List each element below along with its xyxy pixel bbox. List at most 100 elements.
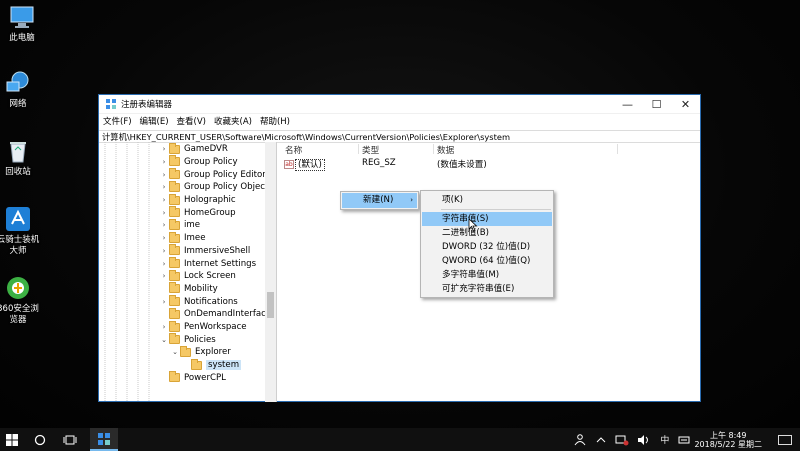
desktop-icon-installer[interactable]: 云骑士装机大师 [0, 206, 40, 257]
expander-chevron-icon[interactable]: › [159, 209, 169, 217]
submenu-item-multi-string-value[interactable]: 多字符串值(M) [422, 268, 552, 282]
value-row[interactable]: ab (默认) [284, 158, 325, 171]
column-separator[interactable] [433, 144, 434, 154]
folder-icon [169, 269, 180, 281]
tree-item[interactable]: › Lock Screen [159, 269, 236, 283]
menu-bar: 文件(F) 编辑(E) 查看(V) 收藏夹(A) 帮助(H) [99, 114, 700, 128]
expander-chevron-icon[interactable]: › [159, 323, 169, 331]
expander-chevron-icon[interactable]: › [159, 183, 169, 191]
tree-item[interactable]: › GameDVR [159, 142, 228, 156]
menu-file[interactable]: 文件(F) [103, 115, 132, 127]
input-options-icon[interactable] [678, 434, 690, 446]
minimize-button[interactable]: — [613, 95, 642, 114]
installer-app-icon [5, 206, 31, 232]
tree-item[interactable]: › ime [159, 218, 200, 232]
tree-item[interactable]: › Notifications [159, 295, 238, 308]
tree-scrollbar[interactable] [265, 142, 276, 402]
tree-item[interactable]: › Group Policy Editor [159, 168, 266, 181]
system-tray: 中 上午 8:49 2018/5/22 星期二 [569, 428, 800, 451]
column-header-name[interactable]: 名称 [285, 144, 302, 156]
tree-item[interactable]: › Holographic [159, 193, 236, 207]
desktop: 此电脑 网络 回收站 云骑士装机大师 360安全浏览器 注册表编辑器 — ☐ ✕ [0, 0, 800, 428]
folder-icon [169, 257, 180, 269]
tree-item[interactable]: › Group Policy [159, 155, 238, 169]
tree-item[interactable]: › Imee [159, 231, 206, 245]
desktop-icon-browser[interactable]: 360安全浏览器 [0, 275, 40, 326]
submenu-item-key[interactable]: 项(K) [422, 193, 552, 207]
taskbar-app-registry-editor[interactable] [90, 428, 118, 451]
tree-item-label: ImmersiveShell [184, 245, 251, 256]
tree-item[interactable]: OnDemandInterfaceC [159, 307, 276, 321]
clock-time: 上午 8:49 [709, 430, 747, 440]
network-status-icon[interactable] [615, 434, 629, 446]
expander-chevron-icon[interactable]: ⌄ [170, 348, 180, 356]
tree-item[interactable]: PowerCPL [159, 371, 226, 385]
desktop-icon-recycle-bin[interactable]: 回收站 [0, 138, 40, 178]
clock[interactable]: 上午 8:49 2018/5/22 星期二 [694, 431, 762, 449]
tree-item-label: Group Policy [184, 156, 238, 167]
submenu-item-qword-value[interactable]: QWORD (64 位)值(Q) [422, 254, 552, 268]
tree-item[interactable]: › Internet Settings [159, 257, 256, 270]
column-header-data[interactable]: 数据 [437, 144, 454, 156]
folder-icon [169, 142, 180, 154]
column-separator[interactable] [617, 144, 618, 154]
menu-favorites[interactable]: 收藏夹(A) [214, 115, 252, 127]
expander-chevron-icon[interactable]: › [159, 298, 169, 306]
submenu-item-expandable-string-value[interactable]: 可扩充字符串值(E) [422, 282, 552, 296]
browser-icon [5, 275, 31, 301]
folder-icon [169, 244, 180, 256]
tree-item-label: Imee [184, 233, 206, 244]
expander-chevron-icon[interactable]: › [159, 234, 169, 242]
menu-view[interactable]: 查看(V) [177, 115, 206, 127]
value-name: (默认) [295, 159, 325, 171]
expander-chevron-icon[interactable]: › [159, 145, 169, 153]
tree-item-label: Policies [184, 334, 216, 345]
new-submenu: 项(K) 字符串值(S) 二进制值(B) DWORD (32 位)值(D) QW… [420, 190, 554, 298]
title-bar[interactable]: 注册表编辑器 — ☐ ✕ [99, 95, 700, 114]
tree-item[interactable]: system [181, 358, 242, 372]
desktop-icon-network[interactable]: 网络 [0, 70, 40, 110]
expander-chevron-icon[interactable]: › [159, 247, 169, 255]
menu-help[interactable]: 帮助(H) [260, 115, 290, 127]
tree-item[interactable]: Mobility [159, 282, 218, 296]
expander-chevron-icon[interactable]: ⌄ [159, 336, 169, 344]
tree-item[interactable]: ⌄ Policies [159, 333, 216, 347]
tree-item[interactable]: › PenWorkspace [159, 320, 247, 334]
folder-icon [169, 320, 180, 332]
menu-edit[interactable]: 编辑(E) [140, 115, 169, 127]
window-title: 注册表编辑器 [121, 100, 173, 110]
desktop-icon-label: 360安全浏览器 [0, 304, 39, 325]
expander-chevron-icon[interactable]: › [159, 272, 169, 280]
expander-chevron-icon[interactable]: › [159, 260, 169, 268]
task-view-button[interactable] [58, 428, 82, 451]
tree-item-label: HomeGroup [184, 207, 236, 218]
context-menu: 新建(N) › [340, 191, 419, 210]
desktop-icon-computer[interactable]: 此电脑 [0, 4, 44, 44]
folder-icon [169, 206, 180, 218]
expander-chevron-icon[interactable]: › [159, 171, 169, 179]
value-type: REG_SZ [362, 158, 396, 168]
tree-item[interactable]: › ImmersiveShell [159, 244, 251, 258]
menu-item-new[interactable]: 新建(N) › [342, 193, 417, 208]
maximize-button[interactable]: ☐ [642, 95, 671, 114]
people-icon[interactable] [573, 433, 587, 446]
expander-chevron-icon[interactable]: › [159, 196, 169, 204]
tree-item[interactable]: › HomeGroup [159, 206, 236, 220]
action-center-icon[interactable] [778, 434, 792, 445]
expander-chevron-icon[interactable]: › [159, 221, 169, 229]
column-separator[interactable] [358, 144, 359, 154]
submenu-item-binary-value[interactable]: 二进制值(B) [422, 226, 552, 240]
tree-item[interactable]: ⌄ Explorer [170, 345, 231, 359]
start-button[interactable] [0, 428, 24, 451]
expander-chevron-icon[interactable]: › [159, 158, 169, 166]
close-button[interactable]: ✕ [671, 95, 700, 114]
submenu-item-dword-value[interactable]: DWORD (32 位)值(D) [422, 240, 552, 254]
input-method-indicator[interactable]: 中 [660, 433, 669, 446]
column-header-type[interactable]: 类型 [362, 144, 379, 156]
volume-icon[interactable] [637, 434, 651, 446]
scrollbar-thumb[interactable] [267, 292, 274, 318]
submenu-item-string-value[interactable]: 字符串值(S) [422, 212, 552, 226]
tree-item[interactable]: › Group Policy Objects [159, 180, 273, 194]
cortana-button[interactable] [28, 428, 52, 451]
show-hidden-icons-icon[interactable] [595, 434, 607, 446]
